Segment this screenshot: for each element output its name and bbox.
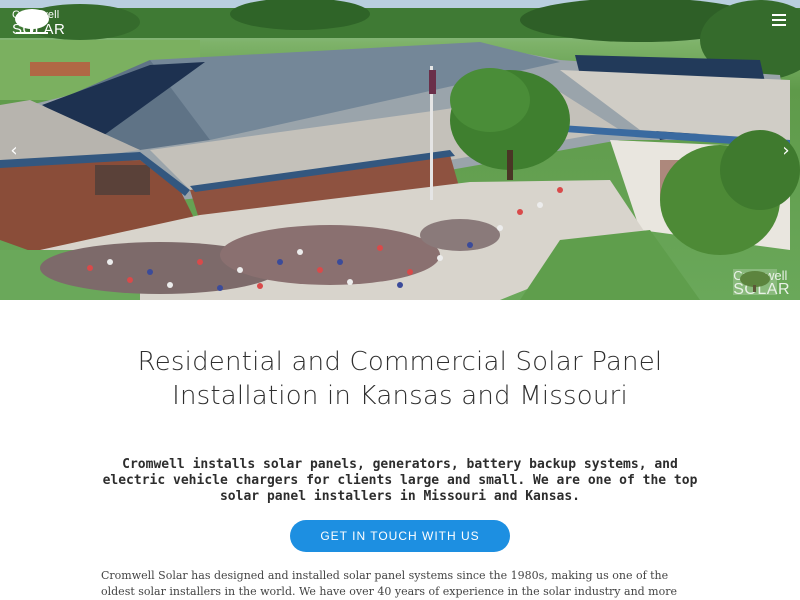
hero-image: Cromwell SOLAR ‹ › Cromwell SOLAR (0, 0, 800, 300)
carousel-prev-arrow-icon[interactable]: ‹ (4, 140, 24, 162)
carousel-next-arrow-icon[interactable]: › (776, 140, 796, 162)
watermark-tree-icon (733, 269, 778, 295)
intro-subheading: Cromwell installs solar panels, generato… (102, 457, 698, 504)
photo-watermark: Cromwell SOLAR (733, 269, 790, 298)
hero-photo-school-building (0, 0, 800, 300)
get-in-touch-button[interactable]: GET IN TOUCH WITH US (290, 520, 510, 552)
about-paragraph: Cromwell Solar has designed and installe… (101, 569, 678, 598)
tree-logo-icon (15, 9, 49, 34)
hamburger-menu-icon[interactable] (772, 14, 788, 28)
intro-section: Residential and Commercial Solar Panel I… (0, 300, 800, 600)
page-headline: Residential and Commercial Solar Panel I… (137, 347, 663, 411)
brand-logo[interactable]: Cromwell SOLAR (12, 8, 65, 38)
